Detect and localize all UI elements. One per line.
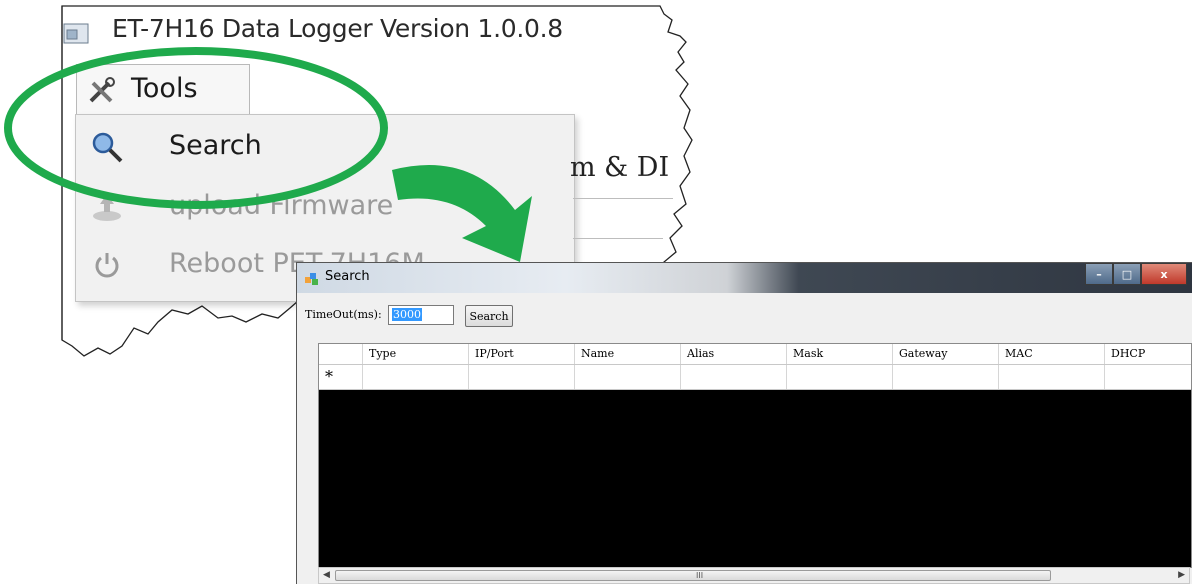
dialog-title-bar[interactable]: Search – □ x	[297, 263, 1192, 293]
column-header[interactable]: Type	[363, 344, 469, 364]
column-header[interactable]: Name	[575, 344, 681, 364]
grid-new-row[interactable]: *	[319, 365, 1191, 390]
column-header[interactable]: Mask	[787, 344, 893, 364]
annotation-overlay	[4, 47, 532, 262]
grid-cell[interactable]	[363, 365, 469, 389]
grid-header-row: Type IP/Port Name Alias Mask Gateway MAC DHCP	[319, 344, 1191, 365]
column-header[interactable]: Gateway	[893, 344, 999, 364]
timeout-value: 3000	[392, 308, 422, 321]
scroll-right-arrow-icon[interactable]: ▶	[1178, 570, 1185, 580]
maximize-button[interactable]: □	[1113, 263, 1141, 285]
window-controls: – □ x	[1085, 263, 1187, 285]
highlight-ellipse	[4, 47, 388, 209]
row-header-corner	[319, 344, 363, 364]
grid-cell[interactable]	[1105, 365, 1191, 389]
timeout-label: TimeOut(ms):	[305, 308, 382, 321]
scrollbar-thumb[interactable]: III	[335, 570, 1051, 581]
search-dialog: Search – □ x TimeOut(ms): 3000 Search Ty…	[296, 262, 1192, 584]
close-button[interactable]: x	[1141, 263, 1187, 285]
dialog-form-icon	[305, 273, 318, 285]
new-row-marker: *	[319, 365, 363, 389]
scroll-left-arrow-icon[interactable]: ◀	[323, 570, 330, 580]
column-header[interactable]: DHCP	[1105, 344, 1191, 364]
annotation-arrow	[392, 165, 532, 262]
horizontal-scrollbar[interactable]: ◀ III ▶	[318, 567, 1190, 584]
grid-cell[interactable]	[681, 365, 787, 389]
search-button[interactable]: Search	[465, 305, 513, 327]
grid-cell[interactable]	[999, 365, 1105, 389]
column-header[interactable]: MAC	[999, 344, 1105, 364]
timeout-input[interactable]: 3000	[388, 305, 454, 325]
grid-cell[interactable]	[787, 365, 893, 389]
grid-cell[interactable]	[469, 365, 575, 389]
grid-cell[interactable]	[893, 365, 999, 389]
column-header[interactable]: Alias	[681, 344, 787, 364]
minimize-button[interactable]: –	[1085, 263, 1113, 285]
column-header[interactable]: IP/Port	[469, 344, 575, 364]
results-grid[interactable]: Type IP/Port Name Alias Mask Gateway MAC DHCP *	[318, 343, 1192, 568]
grid-cell[interactable]	[575, 365, 681, 389]
dialog-title: Search	[325, 269, 370, 284]
scrollbar-grip: III	[696, 571, 704, 580]
